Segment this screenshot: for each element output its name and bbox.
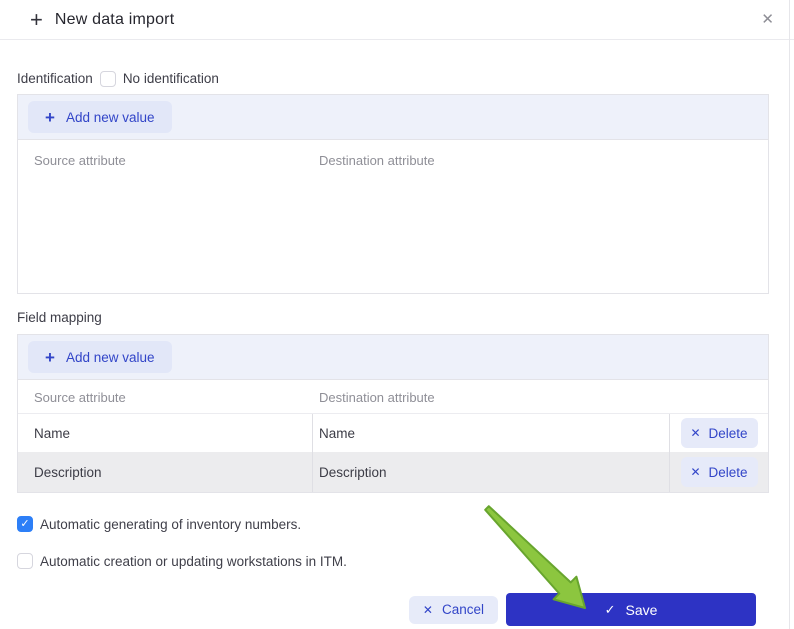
no-identification-checkbox[interactable]: ✓ [99, 70, 116, 87]
delete-button-label: Delete [708, 425, 748, 441]
source-attribute-header: Source attribute [34, 390, 126, 405]
action-cell: ✕ Delete [669, 452, 768, 492]
field-mapping-table-header: Source attribute Destination attribute [18, 380, 768, 413]
x-icon: ✕ [690, 426, 701, 440]
save-button-label: Save [625, 601, 658, 618]
delete-button-label: Delete [708, 464, 748, 480]
identification-label: Identification [17, 71, 93, 86]
option-checkbox-0[interactable]: ✓ [17, 516, 33, 532]
dialog-title: New data import [54, 10, 175, 28]
destination-attribute-header: Destination attribute [319, 390, 435, 405]
dialog-header: + New data import ✕ [0, 0, 794, 40]
option-row: ✓ Automatic generating of inventory numb… [17, 515, 769, 533]
table-row: Description Description ✕ Delete [18, 452, 768, 492]
delete-button[interactable]: ✕ Delete [680, 457, 758, 487]
checkmark-icon: ✓ [20, 517, 30, 530]
source-cell: Description [34, 464, 102, 480]
table-row: Name Name ✕ Delete [18, 413, 768, 452]
identification-table-empty-body [18, 178, 768, 293]
option-label: Automatic creation or updating workstati… [40, 553, 347, 569]
x-icon: ✕ [690, 465, 701, 479]
option-row: ✓ Automatic creation or updating worksta… [17, 552, 769, 570]
option-label: Automatic generating of inventory number… [40, 516, 302, 532]
field-mapping-table: + Add new value Source attribute Destina… [17, 334, 769, 493]
destination-cell: Description [312, 452, 669, 492]
field-mapping-toolbar: + Add new value [18, 335, 768, 380]
plus-icon: + [45, 347, 55, 367]
close-icon[interactable]: ✕ [761, 12, 774, 27]
identification-row: Identification ✓ No identification [17, 70, 769, 87]
identification-add-new-value-button[interactable]: + Add new value [28, 101, 172, 133]
source-cell: Name [34, 425, 71, 441]
save-button[interactable]: ✓ Save [506, 593, 756, 626]
delete-button[interactable]: ✕ Delete [680, 418, 758, 448]
identification-table: + Add new value Source attribute Destina… [17, 94, 769, 294]
cancel-button-label: Cancel [441, 602, 484, 617]
add-button-label: Add new value [65, 349, 155, 365]
x-icon: ✕ [422, 602, 433, 617]
identification-toolbar: + Add new value [18, 95, 768, 140]
destination-attribute-header: Destination attribute [319, 153, 435, 168]
dialog-body: Identification ✓ No identification + Add… [0, 70, 794, 626]
new-data-import-dialog: + New data import ✕ Identification ✓ No … [0, 0, 794, 629]
destination-cell: Name [312, 414, 669, 452]
plus-icon: + [30, 6, 43, 32]
cancel-button[interactable]: ✕ Cancel [408, 595, 498, 624]
field-mapping-label: Field mapping [17, 310, 102, 325]
identification-table-header: Source attribute Destination attribute [18, 140, 768, 178]
no-identification-label: No identification [122, 71, 219, 86]
source-attribute-header: Source attribute [34, 153, 126, 168]
plus-icon: + [45, 107, 55, 127]
dialog-footer: ✕ Cancel ✓ Save [17, 593, 769, 626]
field-mapping-add-new-value-button[interactable]: + Add new value [28, 341, 172, 373]
dialog-right-border [789, 0, 790, 629]
action-cell: ✕ Delete [669, 414, 768, 452]
checkmark-icon: ✓ [604, 601, 616, 617]
add-button-label: Add new value [65, 109, 155, 125]
option-checkbox-1[interactable]: ✓ [17, 553, 33, 569]
action-header [669, 390, 768, 413]
